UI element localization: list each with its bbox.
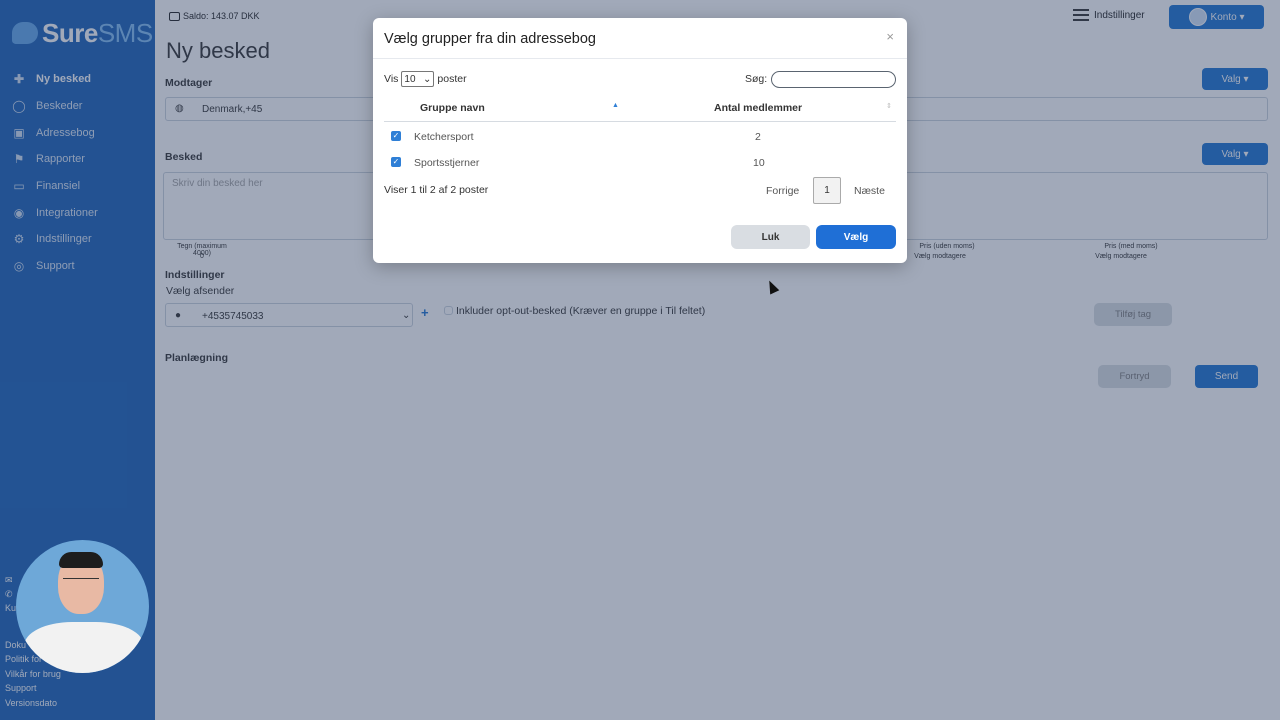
- table-header-divider: [384, 121, 896, 122]
- column-header-group-name[interactable]: Gruppe navn: [420, 102, 485, 114]
- pagination-previous[interactable]: Forrige: [766, 185, 799, 197]
- members-cell: 10: [753, 157, 765, 169]
- pagination-current[interactable]: 1: [813, 177, 841, 204]
- webcam-body: [24, 622, 144, 673]
- show-label: Vis: [384, 73, 399, 85]
- sort-icon[interactable]: ⇕: [886, 102, 892, 110]
- members-cell: 2: [755, 131, 761, 143]
- pagination-next[interactable]: Næste: [854, 185, 885, 197]
- webcam-glasses: [63, 578, 99, 584]
- entries-label: poster: [437, 73, 467, 85]
- group-select-modal: Vælg grupper fra din adressebog × Vis 10…: [373, 18, 907, 263]
- sort-asc-icon[interactable]: ▲: [612, 102, 619, 109]
- search-input[interactable]: [771, 71, 896, 88]
- group-name-cell: Ketchersport: [414, 131, 474, 143]
- modal-divider: [373, 58, 907, 59]
- page-size-control: Vis 10 ⌄ poster: [384, 71, 467, 87]
- webcam-video: [16, 540, 149, 673]
- close-icon[interactable]: ×: [886, 29, 894, 44]
- webcam-hair: [59, 552, 103, 568]
- close-button[interactable]: Luk: [731, 225, 810, 249]
- modal-title: Vælg grupper fra din adressebog: [384, 31, 596, 47]
- group-name-cell: Sportsstjerner: [414, 157, 480, 169]
- search-label: Søg:: [745, 73, 768, 85]
- page-size-select[interactable]: 10 ⌄: [401, 71, 435, 87]
- row-checkbox[interactable]: ✓: [391, 131, 401, 141]
- row-checkbox[interactable]: ✓: [391, 157, 401, 167]
- select-button[interactable]: Vælg: [816, 225, 896, 249]
- column-header-members[interactable]: Antal medlemmer: [714, 102, 802, 114]
- chevron-down-icon: ⌄: [423, 73, 432, 85]
- page-size-value: 10: [404, 73, 416, 85]
- table-info: Viser 1 til 2 af 2 poster: [384, 184, 489, 196]
